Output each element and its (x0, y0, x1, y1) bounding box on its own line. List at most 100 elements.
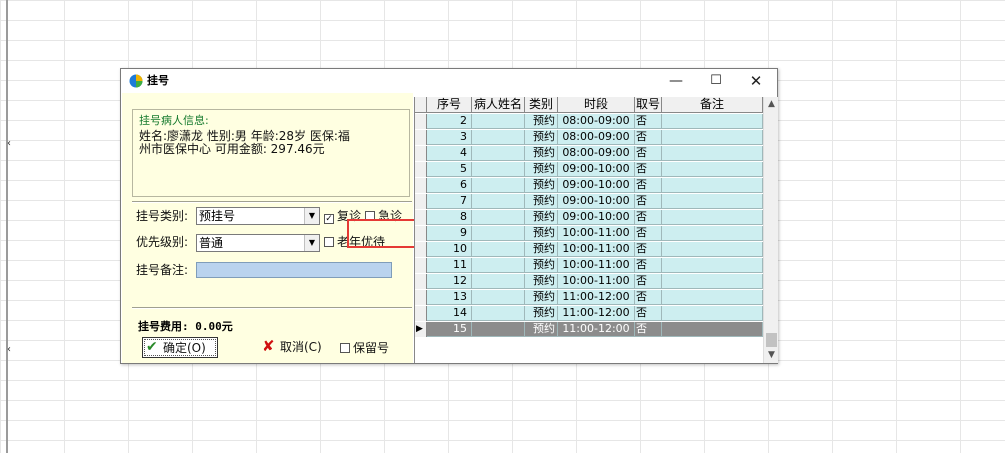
table-row[interactable]: 12 预约 10:00-11:00 否 (415, 274, 763, 289)
checkmark-icon: ✔ (146, 339, 158, 355)
taken-cell: 否 (635, 306, 662, 321)
patient-name-cell (472, 226, 525, 241)
checkbox-unchecked-icon (324, 237, 334, 247)
row-indicator[interactable] (415, 242, 427, 257)
table-row[interactable]: 13 预约 11:00-12:00 否 (415, 290, 763, 305)
scroll-down-icon[interactable]: ▼ (764, 348, 779, 363)
type-cell: 预约 (525, 274, 558, 289)
type-cell: 预约 (525, 114, 558, 129)
note-cell (662, 242, 763, 257)
table-row[interactable]: 3 预约 08:00-09:00 否 (415, 130, 763, 145)
minimize-button[interactable]: — (657, 69, 695, 93)
row-indicator[interactable] (415, 178, 427, 193)
column-header-taken[interactable]: 取号 (635, 97, 662, 113)
row-indicator[interactable] (415, 274, 427, 289)
patient-name-cell (472, 274, 525, 289)
row-number-cell: 8 (427, 210, 472, 225)
note-cell (662, 162, 763, 177)
row-indicator[interactable] (415, 210, 427, 225)
column-header-note[interactable]: 备注 (662, 97, 763, 113)
scrollbar-thumb[interactable] (766, 333, 777, 347)
row-indicator[interactable] (415, 194, 427, 209)
appointment-table[interactable]: 序号 病人姓名 类别 时段 取号 备注 2 预约 08:00-09:00 否 3 预约 08… (414, 97, 778, 363)
patient-name-cell (472, 306, 525, 321)
patient-name-cell (472, 210, 525, 225)
column-header-time-slot[interactable]: 时段 (558, 97, 635, 113)
taken-cell: 否 (635, 146, 662, 161)
type-cell: 预约 (525, 290, 558, 305)
time-slot-cell: 11:00-12:00 (558, 322, 635, 337)
row-number-cell: 10 (427, 242, 472, 257)
type-cell: 预约 (525, 178, 558, 193)
row-indicator[interactable] (415, 146, 427, 161)
registration-form-panel: 挂号病人信息: 姓名:廖潇龙 性别:男 年龄:28岁 医保:福 州市医保中心 可… (122, 93, 420, 363)
reserve-number-checkbox[interactable]: 保留号 (340, 340, 389, 356)
column-header-number[interactable]: 序号 (427, 97, 472, 113)
row-indicator[interactable] (415, 114, 427, 129)
table-row[interactable]: 10 预约 10:00-11:00 否 (415, 242, 763, 257)
current-row-pointer-icon: ▶ (416, 324, 423, 334)
taken-cell: 否 (635, 258, 662, 273)
note-cell (662, 226, 763, 241)
type-cell: 预约 (525, 210, 558, 225)
confirm-button-label: 确定(O) (163, 341, 206, 355)
note-cell (662, 178, 763, 193)
table-row[interactable]: 5 预约 09:00-10:00 否 (415, 162, 763, 177)
row-indicator[interactable] (415, 290, 427, 305)
table-row[interactable]: 14 预约 11:00-12:00 否 (415, 306, 763, 321)
scroll-up-icon[interactable]: ▲ (764, 97, 779, 112)
row-indicator[interactable] (415, 258, 427, 273)
register-type-select[interactable]: 预挂号 ▼ (196, 207, 320, 225)
priority-select[interactable]: 普通 ▼ (196, 234, 320, 252)
table-row[interactable]: ▶ 15 预约 11:00-12:00 否 (415, 322, 763, 337)
row-indicator[interactable] (415, 226, 427, 241)
collapse-left-icon[interactable]: ‹ (7, 138, 15, 150)
dropdown-arrow-icon[interactable]: ▼ (304, 235, 319, 251)
collapse-left-icon-lower[interactable]: ‹ (7, 344, 15, 356)
vertical-scrollbar[interactable]: ▲ ▼ (763, 97, 778, 363)
type-cell: 预约 (525, 258, 558, 273)
table-row[interactable]: 9 预约 10:00-11:00 否 (415, 226, 763, 241)
column-header-patient-name[interactable]: 病人姓名 (472, 97, 525, 113)
patient-name-cell (472, 130, 525, 145)
column-header-type[interactable]: 类别 (525, 97, 558, 113)
taken-cell: 否 (635, 130, 662, 145)
taken-cell: 否 (635, 178, 662, 193)
row-number-cell: 12 (427, 274, 472, 289)
time-slot-cell: 09:00-10:00 (558, 210, 635, 225)
note-cell (662, 114, 763, 129)
close-button[interactable]: ✕ (737, 69, 775, 93)
remark-input[interactable] (196, 262, 392, 278)
row-indicator[interactable] (415, 162, 427, 177)
table-row[interactable]: 11 预约 10:00-11:00 否 (415, 258, 763, 273)
maximize-button[interactable]: ☐ (697, 69, 735, 93)
taken-cell: 否 (635, 290, 662, 305)
table-row[interactable]: 2 预约 08:00-09:00 否 (415, 114, 763, 129)
dropdown-arrow-icon[interactable]: ▼ (304, 208, 319, 224)
time-slot-cell: 08:00-09:00 (558, 130, 635, 145)
row-indicator-header (415, 97, 427, 113)
confirm-button[interactable]: ✔ 确定(O) (142, 337, 218, 358)
table-row[interactable]: 6 预约 09:00-10:00 否 (415, 178, 763, 193)
row-number-cell: 3 (427, 130, 472, 145)
type-cell: 预约 (525, 242, 558, 257)
taken-cell: 否 (635, 194, 662, 209)
row-indicator[interactable] (415, 306, 427, 321)
cancel-button-label: 取消(C) (280, 340, 322, 354)
taken-cell: 否 (635, 114, 662, 129)
patient-name-cell (472, 258, 525, 273)
row-number-cell: 5 (427, 162, 472, 177)
row-indicator[interactable]: ▶ (415, 322, 427, 337)
table-row[interactable]: 7 预约 09:00-10:00 否 (415, 194, 763, 209)
row-number-cell: 14 (427, 306, 472, 321)
row-indicator[interactable] (415, 130, 427, 145)
table-row[interactable]: 8 预约 09:00-10:00 否 (415, 210, 763, 225)
table-row[interactable]: 4 预约 08:00-09:00 否 (415, 146, 763, 161)
cancel-button[interactable]: ✘ 取消(C) (258, 337, 340, 358)
cancel-x-icon: ✘ (262, 337, 275, 355)
registration-dialog: 挂号 — ☐ ✕ 挂号病人信息: 姓名:廖潇龙 性别:男 年龄:28岁 医保:福… (120, 68, 778, 364)
patient-name-cell (472, 322, 525, 337)
note-cell (662, 258, 763, 273)
type-cell: 预约 (525, 162, 558, 177)
title-bar[interactable]: 挂号 — ☐ ✕ (121, 69, 777, 93)
